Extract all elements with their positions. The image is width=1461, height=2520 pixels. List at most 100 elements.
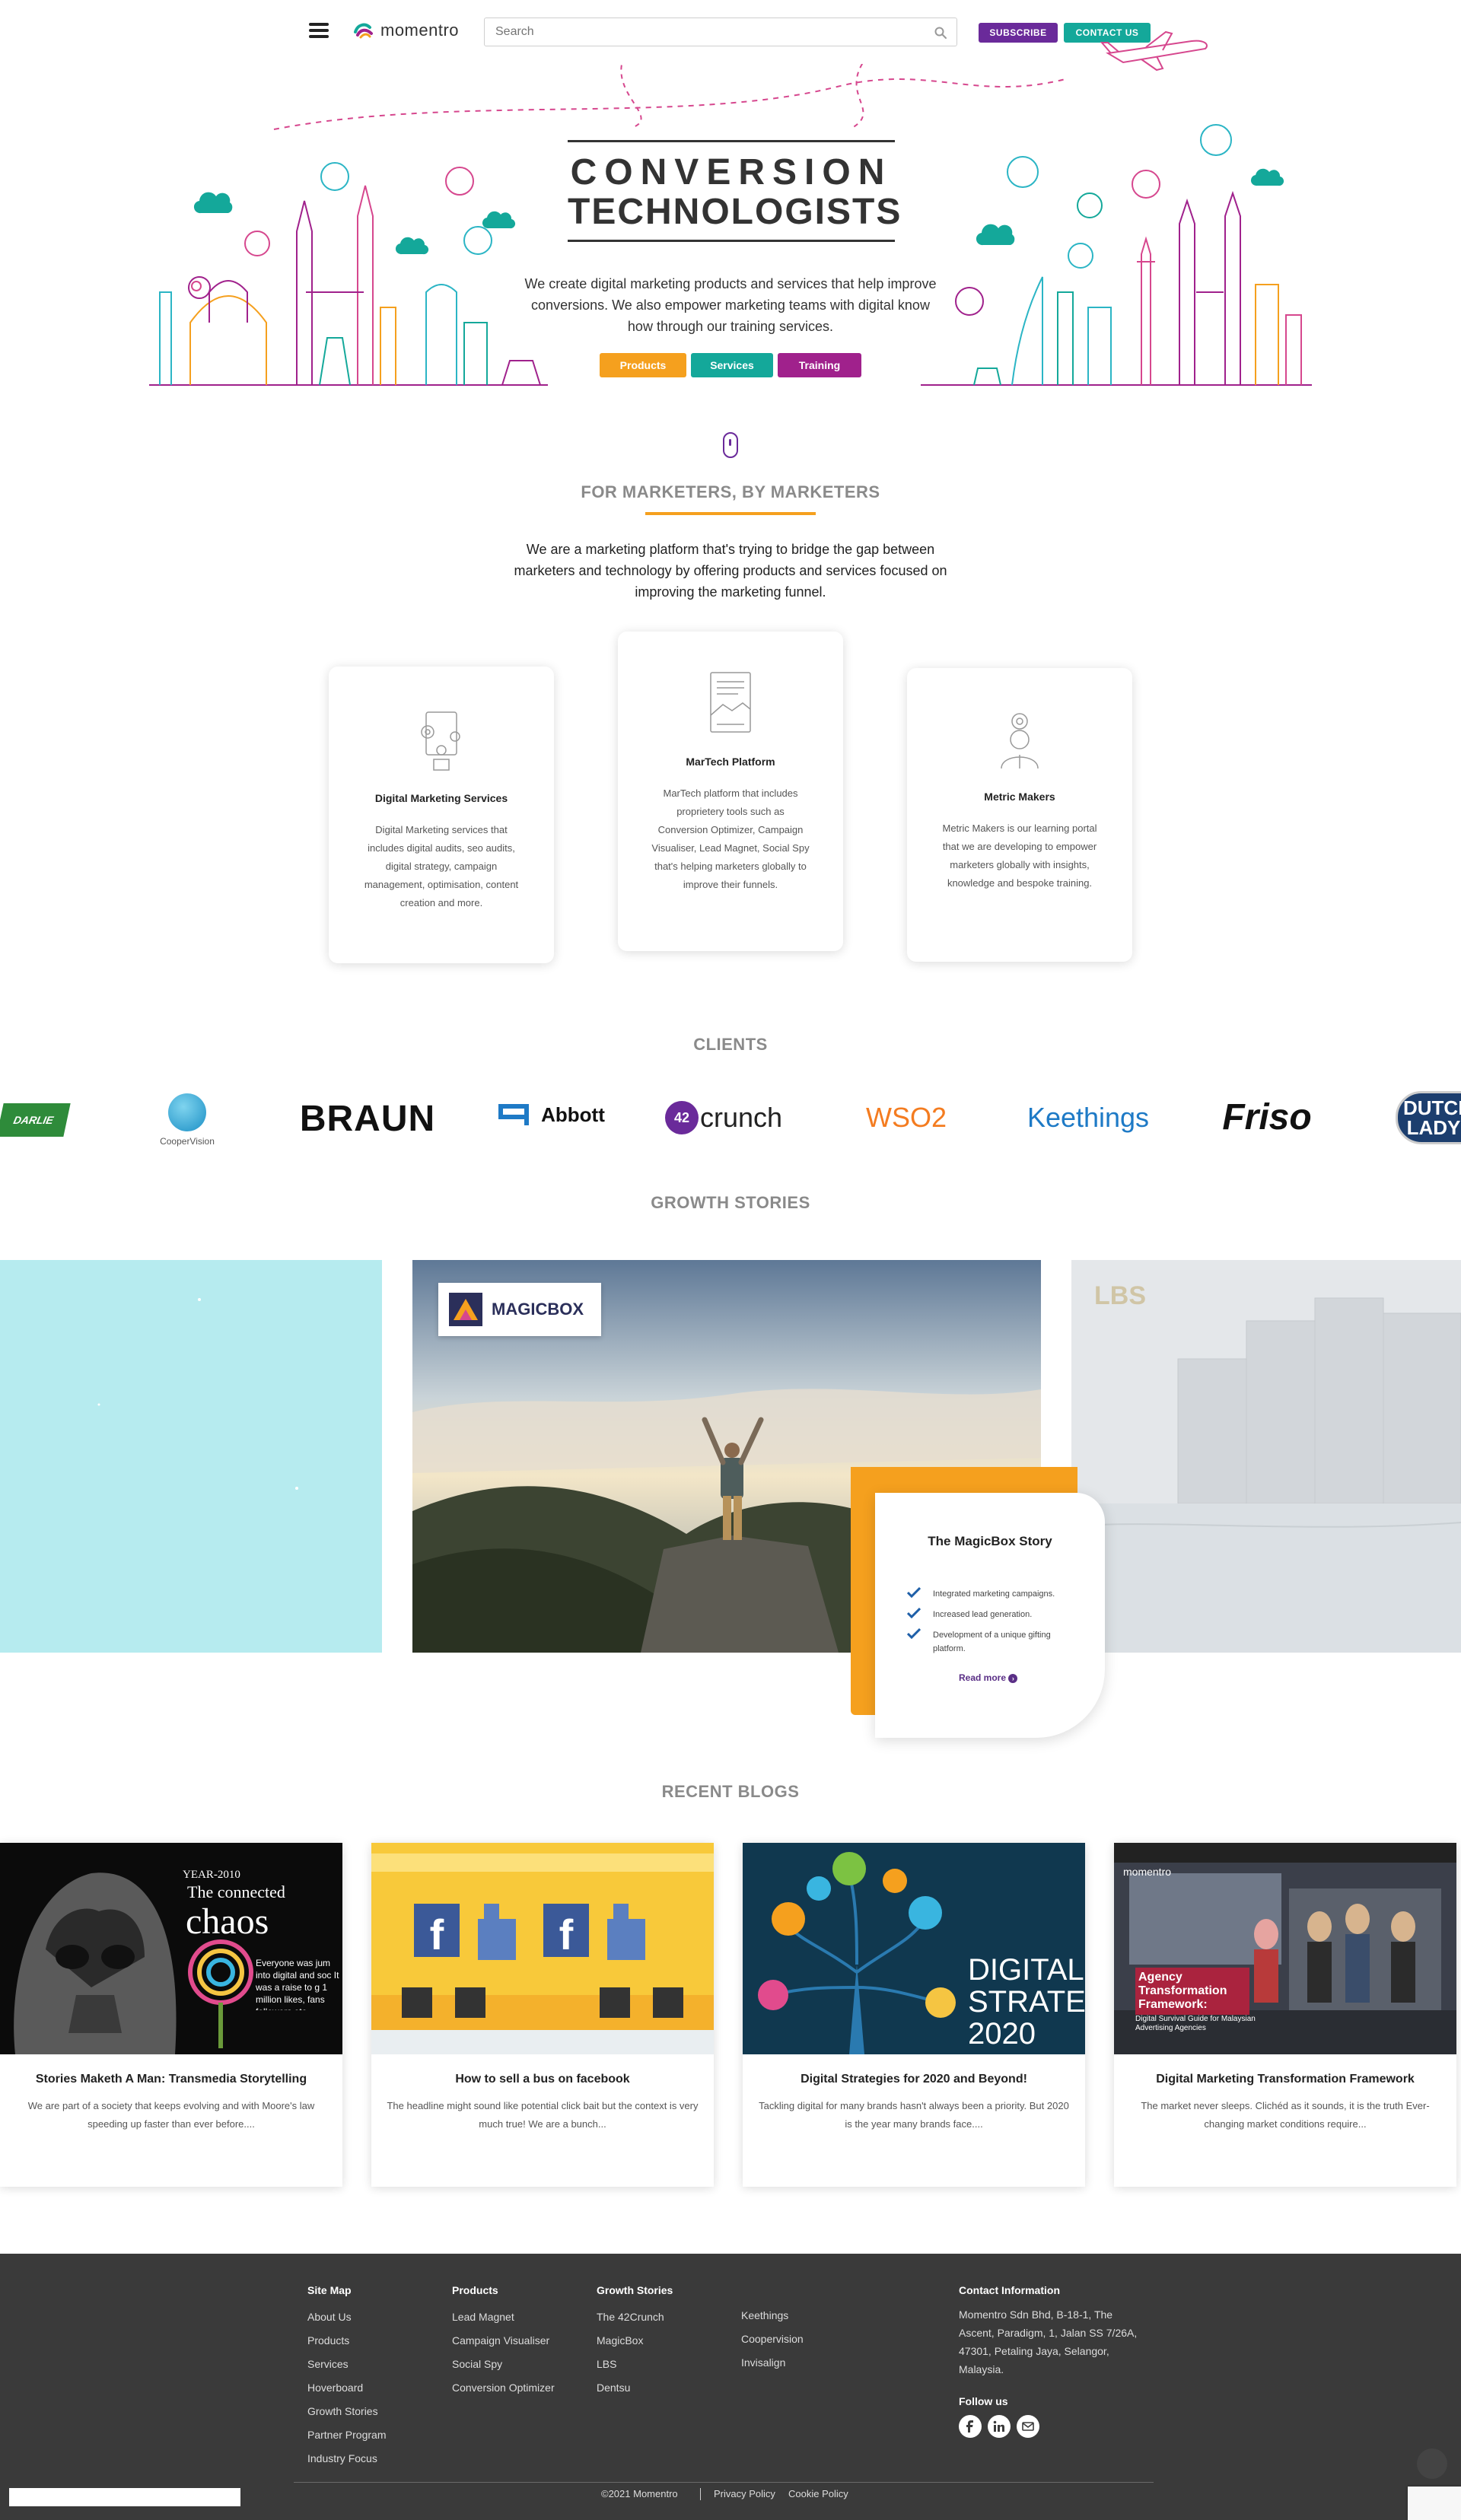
blog-image-line1: The connected [187,1882,285,1901]
client-logo-42crunch[interactable]: 42 crunch [659,1097,788,1138]
cookie-policy-link[interactable]: Cookie Policy [788,2488,848,2499]
client-logo-abbott[interactable]: Abbott [485,1096,615,1134]
read-more-link[interactable]: Read more › [959,1672,1105,1683]
search-input[interactable] [485,18,956,46]
footer-link[interactable]: Industry Focus [307,2447,386,2471]
client-logo-wso2[interactable]: WSO2 [864,1097,948,1138]
search-icon[interactable] [934,26,947,40]
blog-image-caption: Everyone was jum into digital and soc It… [256,1958,339,2010]
menu-icon[interactable] [309,23,329,38]
site-footer: Site Map About Us Products Services Hove… [0,2254,1461,2520]
blog-title: How to sell a bus on facebook [455,2073,630,2086]
client-logo-friso[interactable]: Friso [1202,1093,1332,1141]
privacy-policy-link[interactable]: Privacy Policy [714,2488,775,2499]
hero-title: CONVERSION TECHNOLOGISTS [568,140,900,242]
services-button[interactable]: Services [691,353,773,377]
footer-growth-stories: Growth Stories The 42Crunch MagicBox LBS… [597,2284,673,2400]
footer-link[interactable]: MagicBox [597,2329,673,2353]
footer-link[interactable]: Lead Magnet [452,2305,555,2329]
footer-link[interactable]: Products [307,2329,386,2353]
blog-excerpt: We are part of a society that keeps evol… [27,2100,315,2130]
card-martech-platform[interactable]: MarTech Platform MarTech platform that i… [618,632,843,951]
arrow-right-circle-icon: › [1008,1674,1018,1683]
hero-rule-bottom [568,240,895,242]
scroll-down-icon[interactable] [723,432,738,458]
metric-makers-icon [1001,713,1039,769]
email-icon[interactable] [1017,2415,1039,2438]
footer-link[interactable]: LBS [597,2353,673,2376]
logo[interactable]: momentro [353,18,459,43]
blog-card-sell-bus[interactable]: f f How to sell a bus on facebook The he… [371,1843,714,2187]
client-logo-dutch-lady[interactable]: DUTCH LADY [1396,1091,1461,1144]
card-text: MarTech platform that includes propriete… [651,788,810,890]
blog-card-digital-strategies[interactable]: DIGITAL STRATEG 2020 Digital Strategies … [743,1843,1085,2187]
footer-link[interactable]: Keethings [741,2304,804,2328]
services-icon [421,711,460,771]
client-logo-darlie[interactable]: DARLIE [0,1103,71,1137]
blog-image-line2: Digital Survival Guide for Malaysian Adv… [1135,2015,1256,2032]
blog-excerpt: The market never sleeps. Clichéd as it s… [1141,2100,1430,2130]
story-highlight-item: Development of a unique gifting platform… [907,1628,1082,1656]
card-text: Digital Marketing services that includes… [364,824,519,908]
footer-link[interactable]: Services [307,2353,386,2376]
footer-divider [294,2482,1154,2483]
footer-growth-stories-more: Keethings Coopervision Invisalign [741,2304,804,2375]
hero-description: We create digital marketing products and… [524,276,937,334]
footer-link[interactable]: Conversion Optimizer [452,2376,555,2400]
blog-image-line1: DIGITAL [968,1953,1084,1987]
recaptcha-badge[interactable] [1408,2487,1461,2520]
lbs-logo: LBS [1094,1281,1146,1310]
footer-separator [700,2488,701,2500]
story-slide-lbs[interactable]: LBS [1071,1260,1461,1653]
title-underline [645,512,816,515]
client-logo-braun[interactable]: BRAUN [300,1096,434,1141]
footer-link[interactable]: Social Spy [452,2353,555,2376]
card-title: Metric Makers [984,791,1055,803]
facebook-icon[interactable] [959,2415,982,2438]
footer-link[interactable]: The 42Crunch [597,2305,673,2329]
copyright: ©2021 Momentro [601,2488,678,2499]
footer-contact: Contact Information Momentro Sdn Bhd, B-… [959,2284,1146,2438]
blog-card-transformation-framework[interactable]: momentro Agency Transformation Framework… [1114,1843,1456,2187]
darth-vader-illustration [0,1843,342,2054]
hero-section: CONVERSION TECHNOLOGISTS We create digit… [0,64,1461,399]
footer-link[interactable]: Coopervision [741,2328,804,2351]
training-button[interactable]: Training [778,353,861,377]
blog-image-line1: Agency Transformation Framework: [1135,1968,1249,2015]
card-metric-makers[interactable]: Metric Makers Metric Makers is our learn… [907,668,1132,962]
client-logo-keethings[interactable]: Keethings [1020,1097,1157,1138]
pixel-bus-illustration: f f [371,1843,714,2054]
svg-text:f: f [430,1911,444,1958]
products-button[interactable]: Products [600,353,686,377]
blog-card-transmedia[interactable]: YEAR-2010 The connected chaos Everyone w… [0,1843,342,2187]
back-to-top-icon[interactable] [1417,2448,1447,2479]
card-digital-marketing-services[interactable]: Digital Marketing Services Digital Marke… [329,667,554,963]
story-slide-previous[interactable] [0,1260,382,1653]
blog-image: momentro Agency Transformation Framework… [1114,1843,1456,2054]
linkedin-icon[interactable] [988,2415,1011,2438]
footer-link[interactable]: Partner Program [307,2423,386,2447]
sparkle-pattern [97,1298,298,1490]
42-icon: 42 [664,1101,699,1134]
footer-heading: Products [452,2284,498,2296]
card-title: Digital Marketing Services [374,792,508,804]
subscribe-button[interactable]: SUBSCRIBE [979,23,1058,43]
card-text: Metric Makers is our learning portal tha… [942,822,1097,889]
footer-sitemap: Site Map About Us Products Services Hove… [307,2284,386,2471]
footer-link[interactable]: Campaign Visualiser [452,2329,555,2353]
footer-link[interactable]: About Us [307,2305,386,2329]
blog-title: Digital Marketing Transformation Framewo… [1156,2073,1415,2086]
footer-link[interactable]: Invisalign [741,2351,804,2375]
story-highlights: Integrated marketing campaigns. Increase… [907,1587,1082,1656]
magicbox-mark-icon [449,1293,482,1326]
martech-icon [710,672,751,733]
recent-blogs-title: RECENT BLOGS [661,1782,800,1801]
check-icon [907,1628,921,1639]
footer-link[interactable]: Hoverboard [307,2376,386,2400]
footer-link[interactable]: Dentsu [597,2376,673,2400]
cookie-bar-placeholder [9,2488,240,2506]
footer-link[interactable]: Growth Stories [307,2400,386,2423]
client-logo-coopervision[interactable]: CooperVision [149,1090,225,1150]
svg-text:f: f [559,1911,574,1958]
blog-image-brand: momentro [1123,1866,1172,1878]
